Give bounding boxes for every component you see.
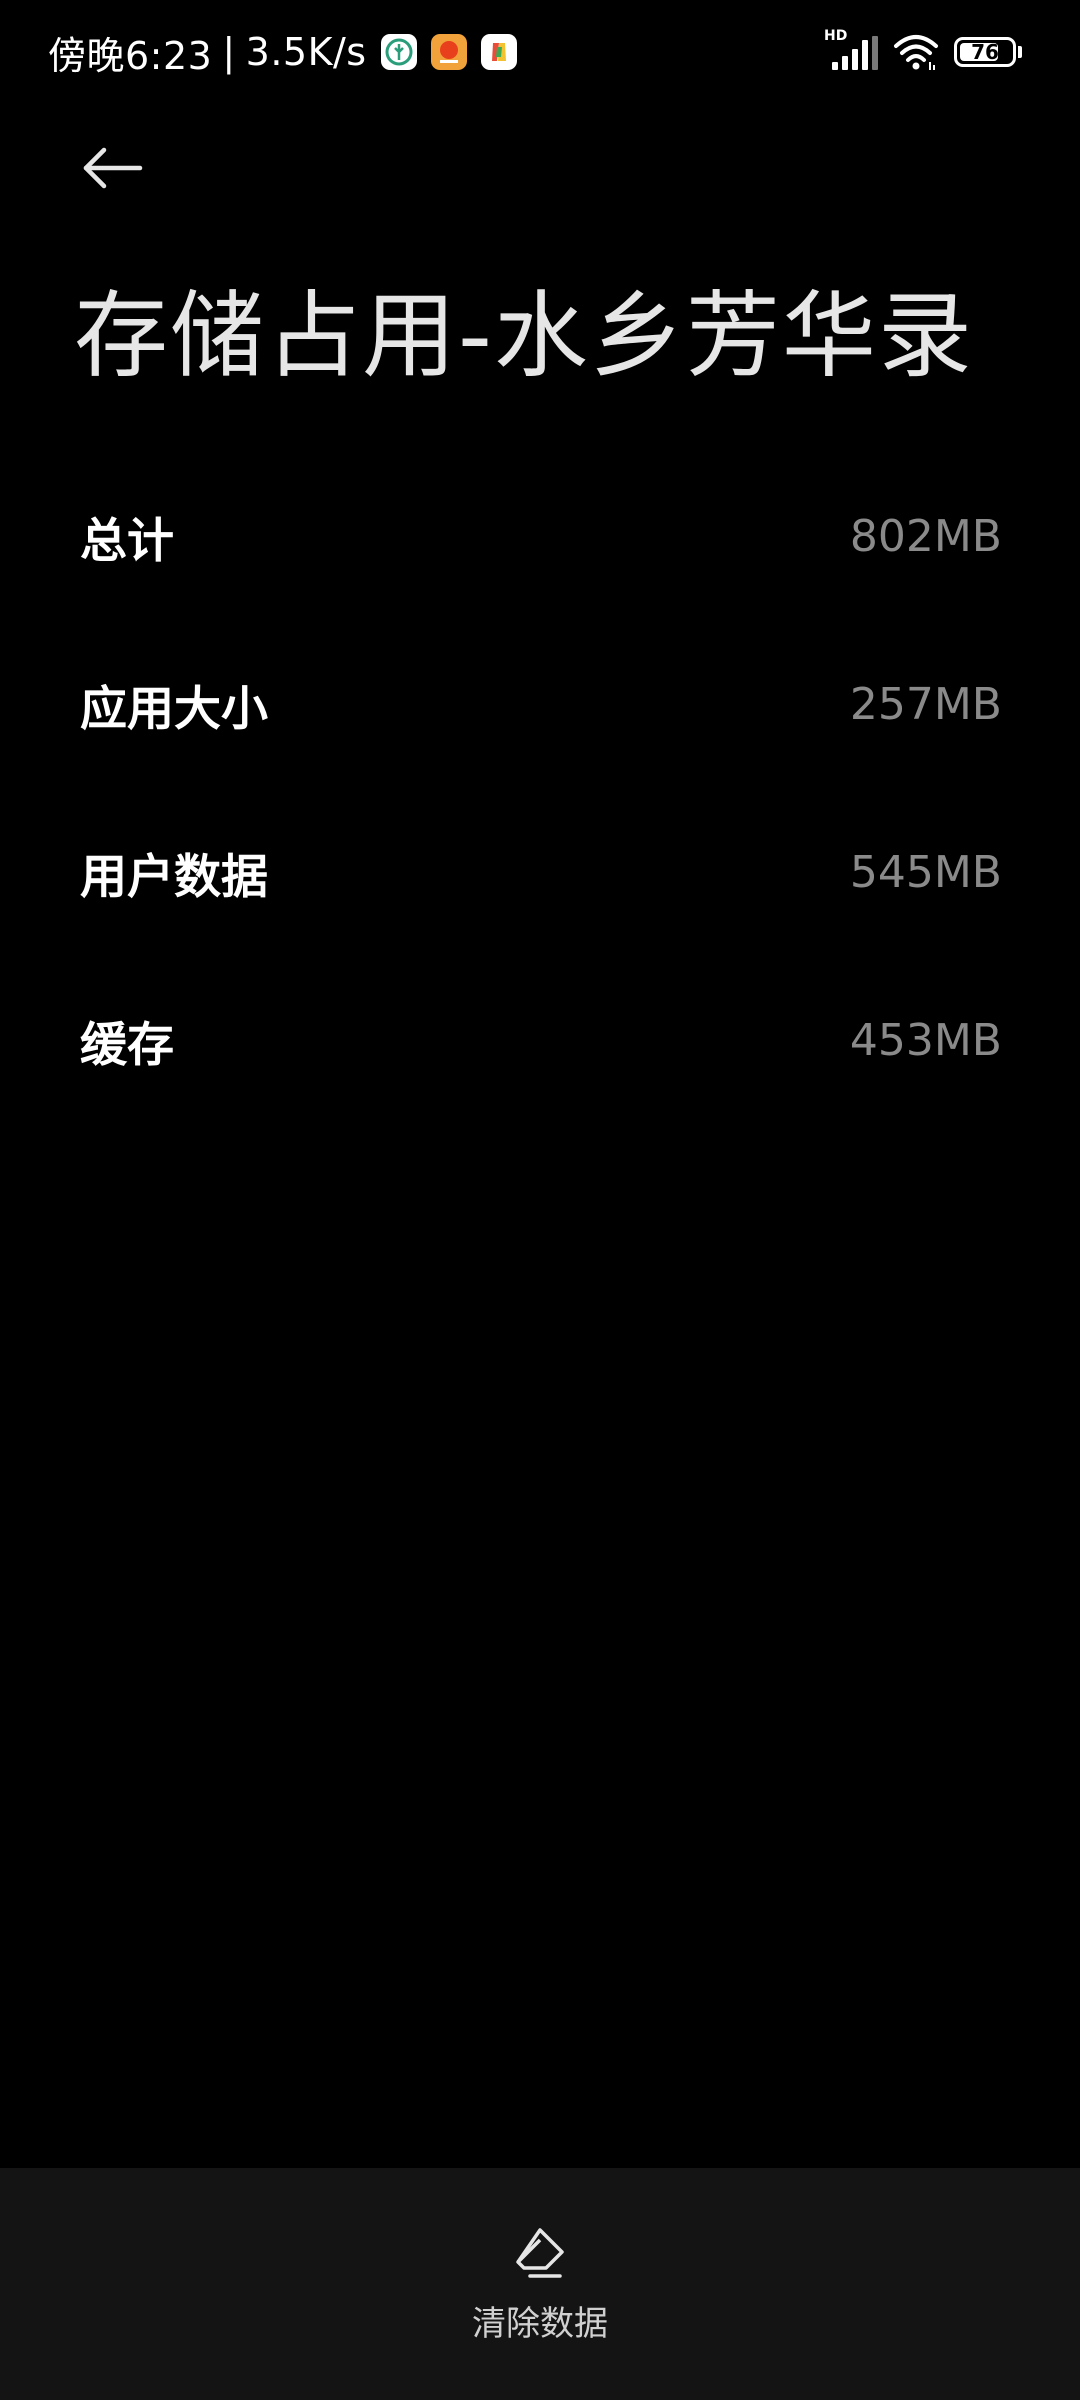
battery-icon: 76 <box>954 37 1022 67</box>
storage-list: 总计 802MB 应用大小 257MB 用户数据 545MB 缓存 453MB <box>0 452 1080 1124</box>
status-bar-left: 傍晚6:23 | 3.5K/s <box>48 26 517 78</box>
storage-row-total: 总计 802MB <box>0 452 1080 620</box>
row-value: 545MB <box>849 846 1002 898</box>
row-value: 453MB <box>849 1014 1002 1066</box>
back-button[interactable] <box>68 128 156 208</box>
row-value: 802MB <box>849 510 1002 562</box>
eraser-icon <box>516 2228 564 2278</box>
status-bar-right: HD 76 <box>824 28 1022 74</box>
storage-row-cache: 缓存 453MB <box>0 956 1080 1124</box>
row-label: 总计 <box>80 513 174 569</box>
battery-level: 76 <box>971 40 999 64</box>
row-label: 用户数据 <box>80 849 268 905</box>
bottom-action-bar: 清除数据 <box>0 2168 1080 2400</box>
storage-row-user-data: 用户数据 545MB <box>0 788 1080 956</box>
network-speed: 3.5K/s <box>245 30 367 74</box>
app-notification-icon-1 <box>380 34 417 70</box>
row-label: 缓存 <box>80 1017 174 1073</box>
status-time: 傍晚6:23 <box>48 33 213 78</box>
signal-icon: HD <box>824 28 878 72</box>
page-title: 存储占用-水乡芳华录 <box>74 282 974 391</box>
wifi-icon <box>892 32 940 72</box>
clear-data-label: 清除数据 <box>472 2304 608 2344</box>
row-label: 应用大小 <box>80 681 268 737</box>
app-notification-icon-2 <box>430 34 467 70</box>
clear-data-button[interactable]: 清除数据 <box>400 2168 680 2400</box>
status-separator: | <box>222 30 236 74</box>
storage-row-app-size: 应用大小 257MB <box>0 620 1080 788</box>
app-notification-icon-3 <box>480 34 517 70</box>
status-bar: 傍晚6:23 | 3.5K/s HD 76 <box>0 0 1080 104</box>
row-value: 257MB <box>849 678 1002 730</box>
back-arrow-icon <box>83 147 143 189</box>
